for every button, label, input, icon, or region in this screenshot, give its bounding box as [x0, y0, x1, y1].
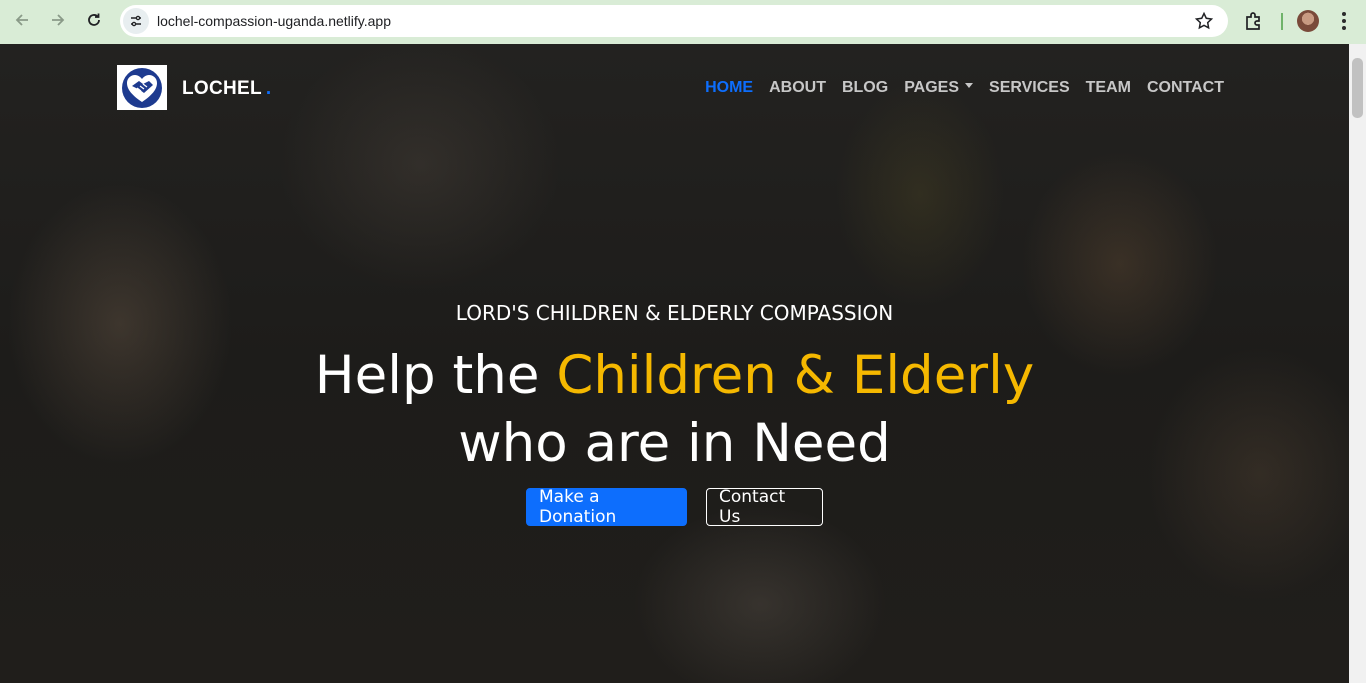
nav-services[interactable]: SERVICES	[989, 79, 1070, 97]
chevron-down-icon	[965, 83, 974, 89]
scroll-thumb[interactable]	[1352, 58, 1363, 118]
brand-dot: .	[265, 78, 272, 99]
hero-title-line2: who are in Need	[458, 413, 891, 474]
url-text[interactable]: lochel-compassion-uganda.netlify.app	[157, 13, 391, 29]
browser-toolbar: lochel-compassion-uganda.netlify.app	[0, 0, 1366, 44]
hero-title-part1: Help the	[314, 345, 557, 406]
hero-section: LOCHEL. HOME ABOUT BLOG PAGES SERVICES T…	[0, 44, 1349, 683]
menu-dots-icon[interactable]	[1334, 10, 1354, 32]
nav-pages[interactable]: PAGES	[904, 79, 974, 97]
main-nav: HOME ABOUT BLOG PAGES SERVICES TEAM CONT…	[705, 79, 1224, 97]
hero-subtitle: LORD'S CHILDREN & ELDERLY COMPASSION	[455, 301, 894, 325]
hero-title-highlight: Children & Elderly	[556, 345, 1035, 406]
star-icon[interactable]	[1194, 11, 1214, 31]
donate-button[interactable]: Make a Donation	[526, 487, 687, 527]
hero-actions: Make a Donation Contact Us	[0, 487, 1349, 527]
site-settings-icon[interactable]	[123, 8, 149, 34]
nav-pages-label: PAGES	[904, 79, 960, 96]
profile-avatar[interactable]	[1297, 10, 1319, 32]
nav-team[interactable]: TEAM	[1086, 79, 1131, 97]
nav-blog[interactable]: BLOG	[842, 79, 888, 97]
address-bar[interactable]: lochel-compassion-uganda.netlify.app	[120, 5, 1228, 37]
brand-name[interactable]: LOCHEL.	[182, 78, 272, 100]
back-arrow-icon[interactable]	[11, 9, 33, 31]
toolbar-divider	[1281, 13, 1283, 30]
extensions-icon[interactable]	[1243, 10, 1265, 32]
hero-title: Help the Children & Elderly who are in N…	[0, 342, 1349, 478]
brand-text: LOCHEL	[182, 78, 262, 99]
nav-about[interactable]: ABOUT	[769, 79, 826, 97]
logo[interactable]	[117, 65, 167, 110]
forward-arrow-icon[interactable]	[47, 9, 69, 31]
reload-icon[interactable]	[83, 9, 105, 31]
nav-contact[interactable]: CONTACT	[1147, 79, 1224, 97]
nav-home[interactable]: HOME	[705, 79, 753, 97]
page-scrollbar[interactable]	[1349, 44, 1366, 683]
contact-button[interactable]: Contact Us	[706, 487, 823, 527]
